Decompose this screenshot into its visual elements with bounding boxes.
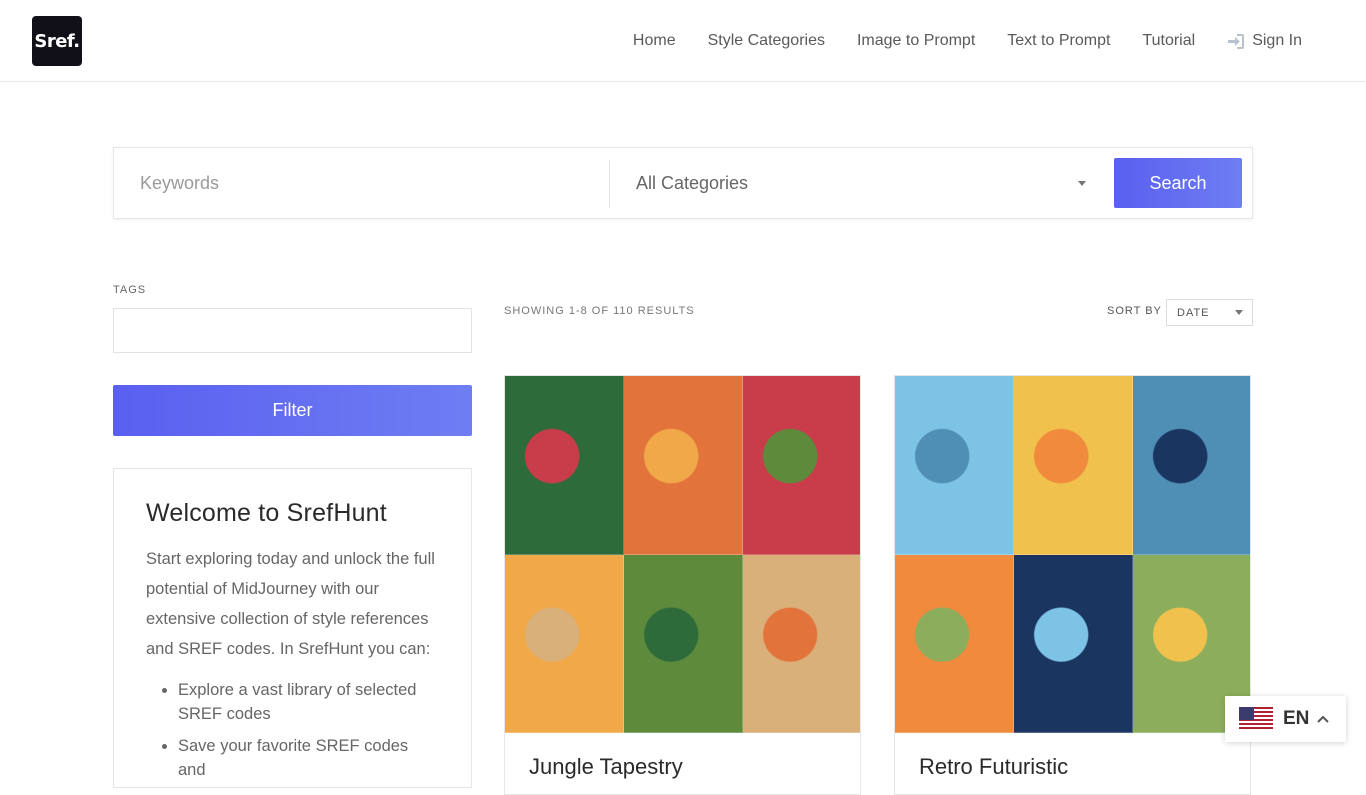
welcome-feature-list: Explore a vast library of selected SREF … <box>146 678 439 782</box>
image-tile <box>624 554 743 733</box>
image-tile <box>895 376 1014 555</box>
logo[interactable]: Sref. <box>32 16 82 66</box>
sign-in-label: Sign In <box>1252 32 1302 49</box>
chevron-down-icon <box>1078 181 1086 186</box>
image-tile <box>1014 376 1133 555</box>
tags-input[interactable] <box>113 308 472 353</box>
welcome-panel: Welcome to SrefHunt Start exploring toda… <box>113 468 472 788</box>
image-tile <box>743 376 860 555</box>
nav-tutorial[interactable]: Tutorial <box>1142 32 1195 50</box>
main-nav: Home Style Categories Image to Prompt Te… <box>633 0 1302 82</box>
style-card-title: Retro Futuristic <box>919 754 1069 779</box>
image-tile <box>505 376 624 555</box>
sign-in-link[interactable]: Sign In <box>1227 32 1302 50</box>
nav-style-categories[interactable]: Style Categories <box>708 32 825 50</box>
search-button[interactable]: Search <box>1114 158 1242 208</box>
style-card-image <box>895 376 1250 733</box>
image-tile <box>895 554 1014 733</box>
sort-select-value: DATE <box>1177 306 1210 319</box>
image-tile <box>1014 554 1133 733</box>
sign-in-icon <box>1228 33 1245 49</box>
style-card[interactable]: Jungle Tapestry <box>504 375 861 795</box>
language-code: EN <box>1283 708 1310 729</box>
nav-text-to-prompt[interactable]: Text to Prompt <box>1007 32 1110 50</box>
results-count: SHOWING 1-8 OF 110 RESULTS <box>504 305 695 317</box>
image-tile <box>743 554 860 733</box>
filter-button[interactable]: Filter <box>113 385 472 436</box>
sort-by-label: SORT BY <box>1107 305 1162 317</box>
image-tile <box>624 376 743 555</box>
category-select-value: All Categories <box>636 172 749 193</box>
chevron-down-icon <box>1235 310 1243 315</box>
tags-label: TAGS <box>113 284 147 296</box>
nav-image-to-prompt[interactable]: Image to Prompt <box>857 32 975 50</box>
search-bar: All Categories Search <box>113 147 1253 219</box>
image-tile <box>505 554 624 733</box>
us-flag-icon <box>1239 707 1273 731</box>
sort-select[interactable]: DATE <box>1166 299 1253 326</box>
chevron-up-icon <box>1317 715 1330 723</box>
welcome-body: Start exploring today and unlock the ful… <box>146 550 435 658</box>
list-item: Explore a vast library of selected SREF … <box>178 678 439 726</box>
image-tile <box>1133 376 1250 555</box>
nav-home[interactable]: Home <box>633 32 676 50</box>
style-card-image <box>505 376 860 733</box>
welcome-title: Welcome to SrefHunt <box>146 499 387 527</box>
keywords-input[interactable] <box>114 148 609 218</box>
list-item: Save your favorite SREF codes and <box>178 734 439 782</box>
language-switcher[interactable]: EN <box>1225 696 1346 742</box>
category-select[interactable]: All Categories <box>610 148 1100 218</box>
style-card-title: Jungle Tapestry <box>529 754 683 779</box>
style-card[interactable]: Retro Futuristic <box>894 375 1251 795</box>
site-header: Sref. Home Style Categories Image to Pro… <box>0 0 1366 82</box>
